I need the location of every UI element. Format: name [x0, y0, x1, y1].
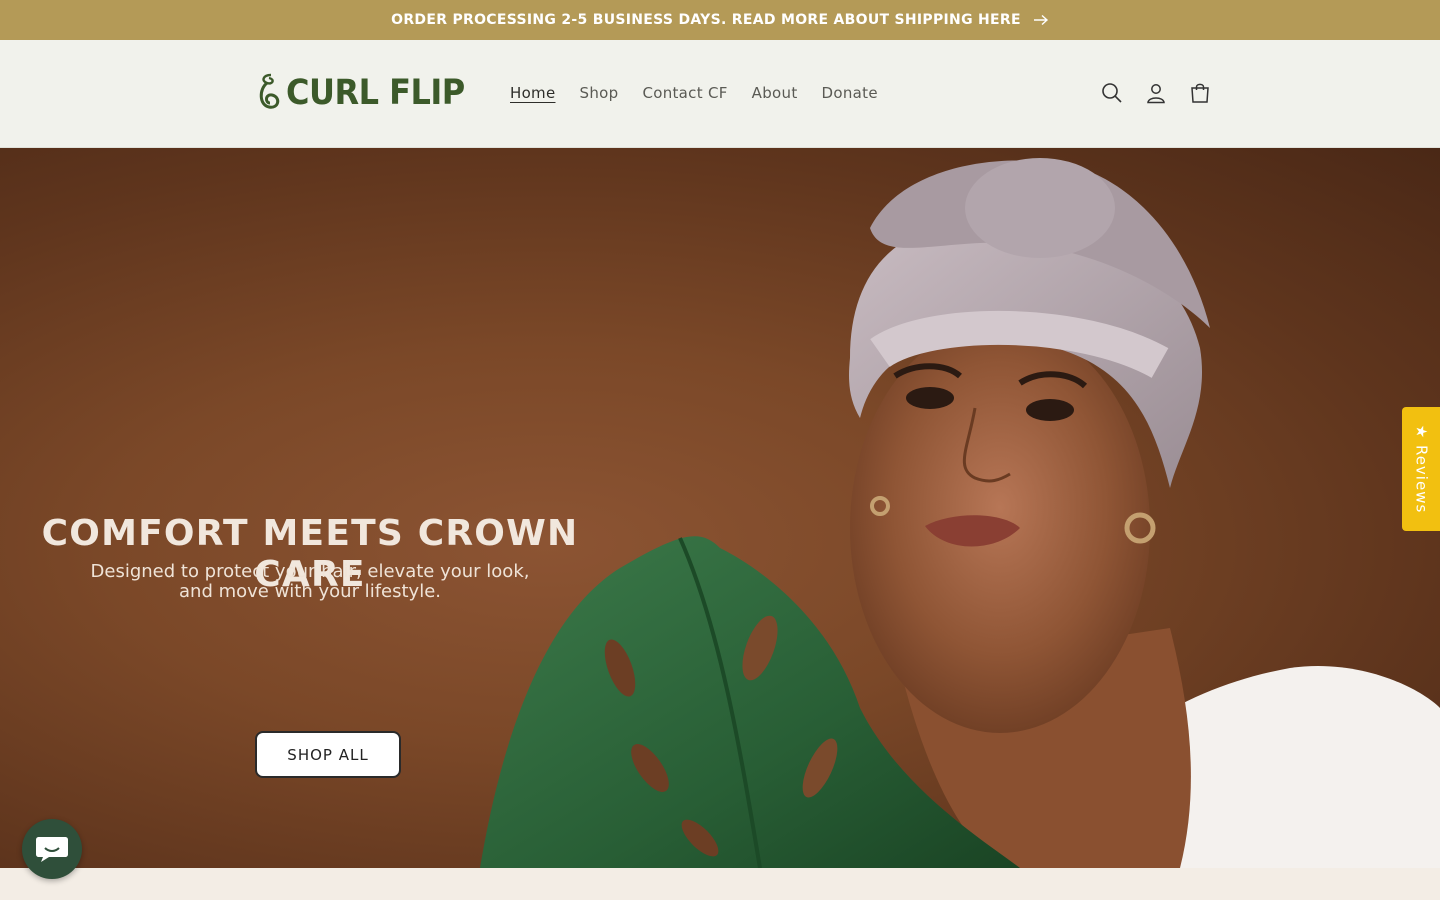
reviews-tab[interactable]: ★ Reviews [1402, 407, 1440, 531]
reviews-tab-label: ★ Reviews [1412, 425, 1430, 514]
hero-subtitle: Designed to protect your hair, elevate y… [60, 562, 560, 602]
header-actions [1100, 79, 1212, 107]
hero-image [480, 158, 1440, 868]
search-icon[interactable] [1100, 79, 1124, 107]
site-header: CURL FLIP Home Shop Contact CF About Don… [0, 40, 1440, 148]
hero-subtitle-line2: and move with your lifestyle. [179, 581, 441, 602]
reviews-label: Reviews [1412, 444, 1431, 514]
hero-subtitle-line1: Designed to protect your hair, elevate y… [90, 561, 530, 582]
nav-donate[interactable]: Donate [810, 80, 890, 106]
nav-about[interactable]: About [740, 80, 810, 106]
main-nav: Home Shop Contact CF About Donate [498, 80, 890, 106]
shop-all-button[interactable]: SHOP ALL [255, 731, 401, 778]
nav-contact[interactable]: Contact CF [630, 80, 739, 106]
announcement-bar[interactable]: ORDER PROCESSING 2-5 BUSINESS DAYS. READ… [0, 0, 1440, 40]
star-icon: ★ [1412, 424, 1431, 440]
brand-logo[interactable]: CURL FLIP [255, 70, 465, 114]
cart-icon[interactable] [1188, 79, 1212, 107]
arrow-right-icon [1033, 14, 1048, 26]
hero-banner: COMFORT MEETS CROWN CARE Designed to pro… [0, 148, 1440, 868]
chat-icon [36, 837, 68, 862]
nav-shop[interactable]: Shop [568, 80, 631, 106]
chat-button[interactable] [22, 819, 82, 879]
logo-text: CURL FLIP [286, 71, 465, 113]
announcement-text: ORDER PROCESSING 2-5 BUSINESS DAYS. READ… [391, 12, 1021, 28]
account-icon[interactable] [1144, 79, 1168, 107]
nav-home[interactable]: Home [498, 80, 568, 106]
curl-logo-icon [259, 73, 280, 109]
